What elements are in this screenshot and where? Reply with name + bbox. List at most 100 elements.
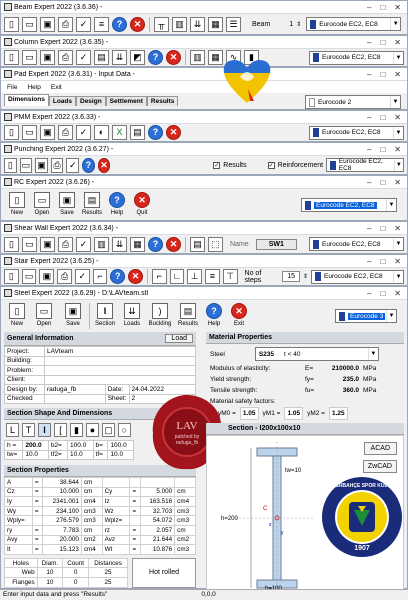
yield-value[interactable]: 235.0: [319, 374, 359, 385]
close-icon[interactable]: ✕: [394, 289, 401, 298]
problem-field[interactable]: [44, 365, 196, 376]
section-button[interactable]: I Section: [92, 303, 118, 327]
shape-rect-icon[interactable]: ▮: [70, 423, 83, 437]
shape-l-icon[interactable]: L: [6, 423, 19, 437]
zwcad-button[interactable]: ZwCAD: [362, 460, 397, 473]
save-icon[interactable]: ▣: [35, 157, 48, 173]
exit-icon[interactable]: ✕: [97, 157, 111, 173]
loads-button[interactable]: ⇊ Loads: [119, 303, 145, 327]
maximize-icon[interactable]: □: [380, 3, 385, 12]
list-icon[interactable]: ☰: [226, 16, 241, 32]
help-icon[interactable]: ?: [110, 269, 126, 284]
loads-icon[interactable]: ⇊: [190, 16, 205, 32]
check-icon[interactable]: ✓: [76, 50, 91, 65]
maximize-icon[interactable]: □: [380, 113, 385, 122]
results-button[interactable]: ▤ Results: [80, 192, 104, 216]
check-icon[interactable]: ✓: [76, 125, 91, 140]
flange-dist-input[interactable]: 25: [88, 576, 128, 588]
code-select[interactable]: Eurocode EC2, EC8 ▼: [309, 237, 404, 251]
maximize-icon[interactable]: □: [380, 178, 385, 187]
exit-icon[interactable]: ✕: [128, 269, 143, 284]
stair-icon[interactable]: ⌐: [92, 269, 108, 284]
print-icon[interactable]: ⎙: [57, 269, 72, 284]
beam-view-icon[interactable]: ╥: [154, 16, 169, 32]
building-field[interactable]: [44, 355, 196, 366]
exit-icon[interactable]: ✕: [130, 16, 145, 32]
help-button[interactable]: ? Help: [202, 303, 226, 327]
help-icon[interactable]: ?: [148, 125, 163, 140]
flange-count-input[interactable]: 0: [62, 576, 90, 588]
new-icon[interactable]: ▯: [4, 50, 19, 65]
checked-field[interactable]: [44, 393, 106, 404]
shape-tube-icon[interactable]: ○: [118, 423, 131, 437]
gamma-m2-input[interactable]: 1.25: [328, 407, 348, 420]
load-button[interactable]: Load: [165, 334, 193, 343]
check-icon[interactable]: ✓: [66, 157, 80, 173]
save-button[interactable]: ▣ Save: [55, 192, 79, 216]
chart-icon[interactable]: ▤: [130, 125, 145, 140]
web-diam-input[interactable]: 10: [36, 567, 64, 578]
print-icon[interactable]: ⎙: [50, 157, 64, 173]
web-count-input[interactable]: 0: [62, 567, 90, 578]
help-icon[interactable]: ?: [82, 157, 95, 173]
minimize-icon[interactable]: –: [367, 257, 371, 266]
save-icon[interactable]: ▣: [40, 50, 55, 65]
close-icon[interactable]: ✕: [394, 38, 401, 47]
new-icon[interactable]: ▯: [4, 269, 19, 284]
column-icon[interactable]: ▥: [190, 50, 205, 65]
shape-c-icon[interactable]: [: [54, 423, 67, 437]
code-select[interactable]: Eurocode EC2, EC8 ▼: [309, 50, 404, 65]
open-icon[interactable]: ▭: [22, 236, 37, 252]
new-icon[interactable]: ▯: [4, 16, 19, 32]
help-icon[interactable]: ?: [148, 50, 163, 65]
maximize-icon[interactable]: □: [380, 224, 385, 233]
tensile-value[interactable]: 360.0: [319, 385, 359, 396]
h-input[interactable]: 200.0: [22, 440, 49, 451]
save-icon[interactable]: ▣: [40, 236, 55, 252]
modulus-value[interactable]: 210000.0: [319, 363, 359, 374]
help-button[interactable]: ? Help: [105, 192, 129, 216]
shape-circle-icon[interactable]: ●: [86, 423, 99, 437]
grid-icon[interactable]: ▦: [208, 16, 223, 32]
steps-input[interactable]: 15: [282, 271, 301, 282]
minimize-icon[interactable]: –: [367, 224, 371, 233]
spin-icon[interactable]: ⇕: [296, 21, 301, 28]
code-select[interactable]: Eurocode EC2, EC8 ▼: [309, 125, 404, 140]
loads-icon[interactable]: ⇊: [112, 236, 127, 252]
close-icon[interactable]: ✕: [394, 178, 401, 187]
hot-rolled-box[interactable]: Hot rolled: [132, 557, 196, 588]
close-icon[interactable]: ✕: [394, 113, 401, 122]
open-icon[interactable]: ▭: [22, 50, 37, 65]
wall-icon[interactable]: ▥: [94, 236, 109, 252]
tw-input[interactable]: 10.0: [22, 449, 49, 460]
view-icon[interactable]: ▤: [190, 236, 205, 252]
code-select[interactable]: Eurocode 2 ▼: [305, 95, 401, 109]
excel-icon[interactable]: X: [112, 125, 127, 140]
exit-icon[interactable]: ✕: [166, 236, 181, 252]
tab-settlement[interactable]: Settlement: [105, 96, 147, 106]
close-icon[interactable]: ✕: [394, 257, 401, 266]
tab-dimensions[interactable]: Dimensions: [4, 94, 49, 106]
code-select[interactable]: Eurocode EC2, EC8 ▼: [311, 269, 405, 284]
diagram-icon[interactable]: ◩: [130, 50, 145, 65]
minimize-icon[interactable]: –: [367, 178, 371, 187]
name-field[interactable]: SW1: [255, 238, 297, 250]
select-icon[interactable]: ⬚: [208, 236, 223, 252]
code-select[interactable]: Eurocode EC2, EC8 ▼: [306, 17, 402, 31]
maximize-icon[interactable]: □: [380, 289, 385, 298]
exit-icon[interactable]: ✕: [166, 50, 181, 65]
open-button[interactable]: ▭ Open: [30, 192, 54, 216]
code-select[interactable]: Eurocode EC2, EC8 ▼: [301, 198, 397, 212]
b-input[interactable]: 100.0: [107, 440, 134, 451]
minimize-icon[interactable]: –: [367, 70, 371, 79]
close-icon[interactable]: ✕: [394, 3, 401, 12]
spin-icon[interactable]: ⇕: [303, 273, 308, 280]
loads-icon[interactable]: ⇊: [112, 50, 127, 65]
maximize-icon[interactable]: □: [380, 70, 385, 79]
beam-number[interactable]: 1: [289, 21, 293, 28]
results-checkbox[interactable]: ✓: [213, 161, 221, 169]
menu-file[interactable]: File: [7, 84, 17, 91]
rebar-icon[interactable]: ≡: [94, 16, 109, 32]
open-icon[interactable]: ▭: [21, 269, 37, 284]
check-icon[interactable]: ✓: [76, 16, 91, 32]
